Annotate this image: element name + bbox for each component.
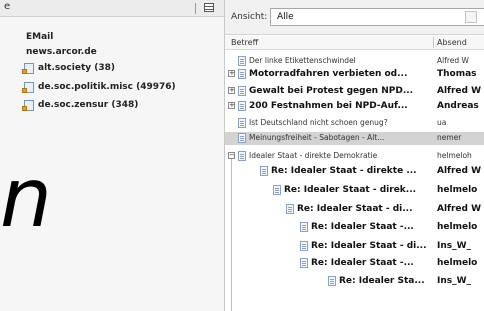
message-icon — [238, 101, 246, 111]
message-subject: Re: Idealer Sta... — [339, 276, 425, 286]
message-icon — [273, 185, 281, 195]
expand-thread-icon[interactable]: + — [228, 70, 235, 77]
message-icon — [238, 56, 246, 66]
message-sender: Thomas — [437, 69, 477, 79]
message-sender: helmelo — [437, 185, 478, 195]
account-news-server[interactable]: news.arcor.de — [26, 47, 97, 57]
message-subject: 200 Festnahmen bei NPD-Auf... — [249, 101, 408, 111]
message-sender: helmelo — [437, 258, 478, 268]
collapse-thread-icon[interactable]: − — [228, 152, 235, 159]
message-sender: Ins_W_ — [437, 276, 472, 286]
overlay-letter: n — [0, 151, 52, 246]
message-icon — [238, 69, 246, 79]
view-filter-select[interactable]: Alle — [270, 8, 484, 26]
folder-pane-header: e — [0, 0, 224, 17]
message-row[interactable]: Re: Idealer Staat - direk... helmelo — [225, 184, 484, 197]
view-filter-value: Alle — [277, 12, 294, 22]
message-subject: Re: Idealer Staat -... — [311, 222, 414, 232]
message-icon — [238, 118, 246, 128]
message-row[interactable]: + Motorradfahren verbieten od... Thomas — [225, 68, 484, 81]
newsgroup-icon — [22, 99, 34, 111]
message-subject: Ist Deutschland nicht schoen genug? — [249, 118, 388, 127]
view-filter-bar: Ansicht: Alle — [225, 0, 484, 35]
newsgroup-icon — [22, 81, 34, 93]
message-list-header: Betreff Absend — [225, 36, 484, 50]
message-sender: Alfred W — [437, 56, 469, 65]
message-icon — [328, 276, 336, 286]
message-row[interactable]: Meinungsfreiheit - Sabotagen - Alt... nem… — [225, 132, 484, 145]
column-sender[interactable]: Absend — [437, 38, 467, 47]
message-sender: nemer — [437, 133, 462, 142]
account-email[interactable]: EMail — [26, 32, 53, 42]
list-view-icon[interactable] — [204, 3, 214, 12]
message-icon — [238, 133, 246, 143]
message-icon — [286, 204, 294, 214]
message-sender: ua — [437, 118, 447, 127]
message-icon — [238, 151, 246, 161]
message-subject: Re: Idealer Staat - direk... — [284, 185, 417, 195]
message-sender: Alfred W — [437, 166, 482, 176]
message-subject: Re: Idealer Staat - di... — [311, 241, 427, 251]
column-separator[interactable] — [433, 37, 434, 48]
message-row[interactable]: +200 Festnahmen bei NPD-Auf... Andreas — [225, 100, 484, 113]
message-row[interactable]: Re: Idealer Staat -... helmelo — [225, 257, 484, 270]
message-pane: Ansicht: Alle Betreff Absend Der linke E… — [225, 0, 484, 311]
newsgroup-item-alt-society[interactable]: alt.society (38) — [22, 61, 115, 75]
message-subject: Idealer Staat - direkte Demokratie — [249, 151, 378, 160]
message-row[interactable]: Re: Idealer Staat - direkte ... Alfred W — [225, 165, 484, 178]
message-subject: Re: Idealer Staat - direkte ... — [271, 166, 417, 176]
message-row[interactable]: + Gewalt bei Protest gegen NPD... Alfred W — [225, 85, 484, 98]
message-sender: helmeloh — [437, 151, 472, 160]
newsgroup-label: de.soc.politik.misc (49976) — [38, 82, 176, 92]
message-sender: Alfred W — [437, 204, 482, 214]
message-subject: Meinungsfreiheit - Sabotagen - Alt... — [249, 133, 385, 142]
message-sender: Andreas — [437, 101, 479, 111]
view-filter-label: Ansicht: — [231, 12, 268, 22]
message-icon — [260, 166, 268, 176]
message-icon — [300, 241, 308, 251]
message-subject: Motorradfahren verbieten od... — [249, 69, 408, 79]
message-row[interactable]: Ist Deutschland nicht schoen genug? ua — [225, 117, 484, 130]
message-row[interactable]: Re: Idealer Staat -... helmelo — [225, 221, 484, 234]
expand-thread-icon[interactable]: + — [228, 87, 235, 94]
message-row[interactable]: Der linke Etikettenschwindel Alfred W — [225, 55, 484, 68]
newsgroup-icon — [22, 62, 34, 74]
thread-connector — [231, 159, 232, 311]
header-separator — [195, 3, 196, 14]
message-icon — [238, 86, 246, 96]
message-icon — [300, 222, 308, 232]
newsgroup-label: alt.society (38) — [38, 63, 115, 73]
message-sender: helmelo — [437, 222, 478, 232]
message-sender: Alfred W — [437, 86, 482, 96]
chevron-down-icon[interactable] — [465, 11, 477, 23]
newsgroup-item-zensur[interactable]: de.soc.zensur (348) — [22, 98, 139, 112]
column-subject[interactable]: Betreff — [231, 38, 258, 47]
message-subject: Re: Idealer Staat - di... — [297, 204, 413, 214]
message-subject: Der linke Etikettenschwindel — [249, 56, 356, 65]
message-row[interactable]: − Idealer Staat - direkte Demokratie helme… — [225, 150, 484, 163]
message-row[interactable]: Re: Idealer Staat - di... Alfred W — [225, 203, 484, 216]
message-row[interactable]: Re: Idealer Sta... Ins_W_ — [225, 275, 484, 288]
message-sender: Ins_W_ — [437, 241, 472, 251]
newsgroup-item-politik-misc[interactable]: de.soc.politik.misc (49976) — [22, 80, 176, 94]
folder-pane: e EMail news.arcor.de alt.society (38) d… — [0, 0, 225, 311]
folder-pane-title: e — [4, 1, 11, 12]
message-icon — [300, 258, 308, 268]
message-row[interactable]: Re: Idealer Staat - di... Ins_W_ — [225, 240, 484, 253]
message-subject: Gewalt bei Protest gegen NPD... — [249, 86, 414, 96]
expand-thread-icon[interactable]: + — [228, 102, 235, 109]
newsgroup-label: de.soc.zensur (348) — [38, 100, 139, 110]
message-subject: Re: Idealer Staat -... — [311, 258, 414, 268]
